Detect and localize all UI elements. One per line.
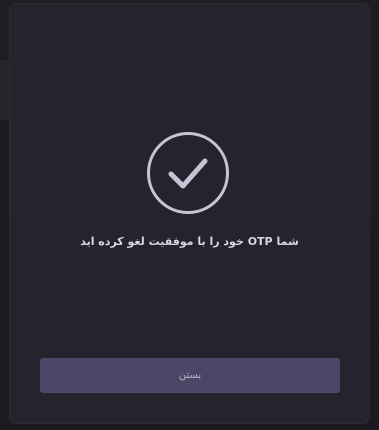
checkmark-icon bbox=[168, 158, 208, 189]
close-button[interactable]: بستن bbox=[40, 358, 340, 393]
close-button-label: بستن bbox=[178, 370, 202, 381]
otp-cancel-success-dialog: شما OTP خود را با موفقیت لغو کرده اید بس… bbox=[10, 4, 369, 423]
success-message: شما OTP خود را با موفقیت لغو کرده اید bbox=[80, 235, 299, 248]
check-circle-icon bbox=[147, 132, 229, 214]
